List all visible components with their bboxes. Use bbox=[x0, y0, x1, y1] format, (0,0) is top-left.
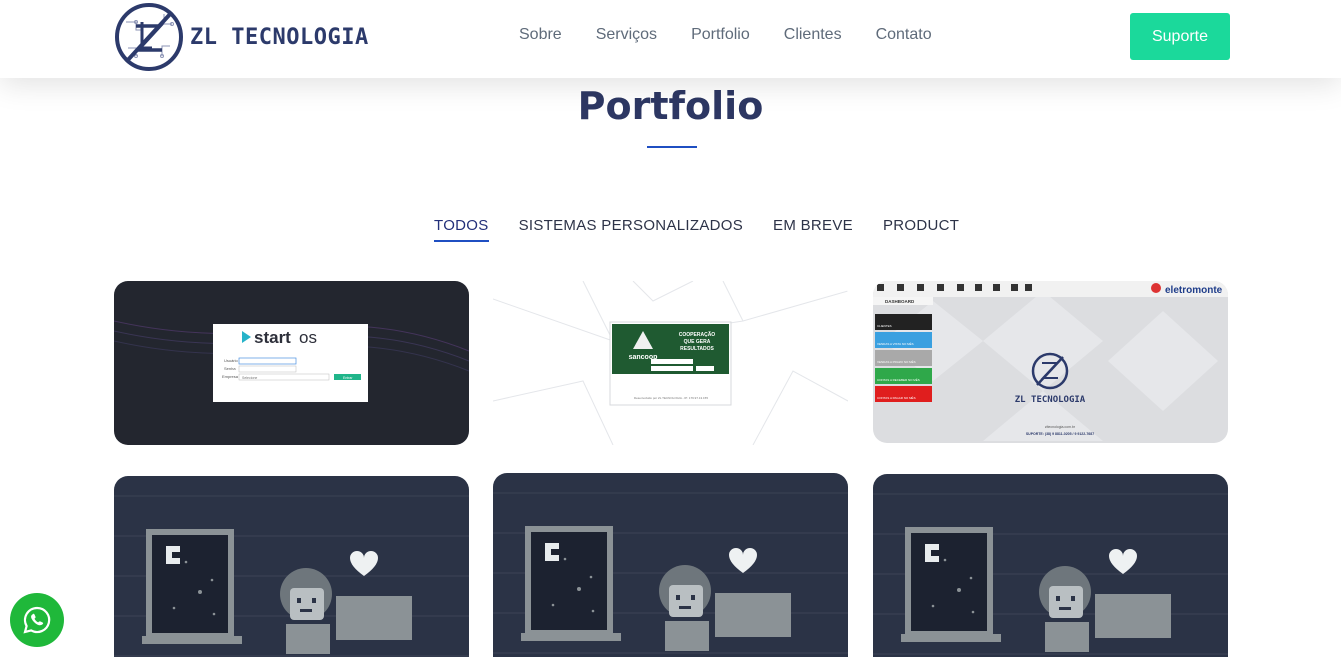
nav-link-portfolio[interactable]: Portfolio bbox=[691, 26, 750, 44]
portfolio-filters: TODOS SISTEMAS PERSONALIZADOS EM BREVE P… bbox=[434, 217, 959, 242]
eletromonte-support: SUPORTE: (38) 9 8811-0205 / 9 9122-7687 bbox=[1026, 432, 1094, 436]
filter-em-breve[interactable]: EM BREVE bbox=[773, 217, 853, 242]
portfolio-card-em-breve-3[interactable] bbox=[873, 474, 1228, 657]
start-os-select: Selecione bbox=[242, 376, 257, 380]
start-os-screenshot: start os Usuário Senha Empresa Selecione… bbox=[114, 281, 469, 445]
whatsapp-button[interactable] bbox=[10, 593, 64, 647]
site-header: ZL TECNOLOGIA Sobre Serviços Portfolio C… bbox=[0, 0, 1341, 78]
svg-text:eletromonte: eletromonte bbox=[1165, 285, 1223, 296]
tile-contas-pagar: CONTAS A PAGAR NO MÊS bbox=[877, 395, 916, 400]
portfolio-card-eletromonte[interactable]: eletromonte DASHBOARD CLIENTES VENDAS A … bbox=[873, 281, 1228, 443]
dashboard-title: DASHBOARD bbox=[885, 299, 915, 304]
coming-soon-illustration bbox=[873, 474, 1228, 657]
sancoop-tagline-1: COOPERAÇÃO bbox=[679, 331, 716, 338]
sancoop-screenshot: sancoop COOPERAÇÃO QUE GERA RESULTADOS D… bbox=[493, 281, 848, 445]
portfolio-card-start-os[interactable]: start os Usuário Senha Empresa Selecione… bbox=[114, 281, 469, 445]
portfolio-card-sancoop[interactable]: sancoop COOPERAÇÃO QUE GERA RESULTADOS D… bbox=[493, 281, 848, 445]
start-os-label-senha: Senha bbox=[224, 366, 236, 371]
tile-contas-receber: CONTAS A RECEBER NO MÊS bbox=[877, 377, 920, 382]
support-button[interactable]: Suporte bbox=[1130, 13, 1230, 60]
tile-clientes: CLIENTES bbox=[877, 324, 892, 328]
eletromonte-site: zltecnologia.com.br bbox=[1045, 425, 1076, 429]
start-os-button: Entrar bbox=[343, 376, 353, 380]
tile-vendas-prazo: VENDAS A PRAZO NO MÊS bbox=[877, 359, 916, 364]
filter-product[interactable]: PRODUCT bbox=[883, 217, 959, 242]
portfolio-card-em-breve-1[interactable] bbox=[114, 476, 469, 657]
sancoop-tagline-2: QUE GERA bbox=[684, 339, 711, 345]
whatsapp-icon bbox=[23, 606, 51, 634]
logo[interactable]: ZL TECNOLOGIA bbox=[114, 2, 369, 72]
nav-link-contato[interactable]: Contato bbox=[876, 26, 932, 44]
coming-soon-illustration bbox=[493, 473, 848, 657]
coming-soon-illustration bbox=[114, 476, 469, 657]
start-os-label-empresa: Empresa bbox=[222, 374, 239, 379]
filter-todos[interactable]: TODOS bbox=[434, 217, 489, 242]
title-underline bbox=[647, 146, 697, 148]
nav-link-servicos[interactable]: Serviços bbox=[596, 26, 657, 44]
tile-vendas-vista: VENDAS A VISTA NO MÊS bbox=[877, 341, 914, 346]
logo-text: ZL TECNOLOGIA bbox=[190, 24, 369, 50]
sancoop-tagline-3: RESULTADOS bbox=[680, 346, 714, 352]
sancoop-footer: Desenvolvido por ZL TECNOLOGIA - IP: 179… bbox=[634, 396, 708, 400]
eletromonte-zl-logo: ZL TECNOLOGIA bbox=[1015, 395, 1086, 405]
zl-logo-icon bbox=[115, 3, 183, 71]
main-nav: Sobre Serviços Portfolio Clientes Contat… bbox=[519, 26, 932, 44]
nav-link-sobre[interactable]: Sobre bbox=[519, 26, 562, 44]
section-title: Portfolio bbox=[577, 84, 764, 128]
filter-sistemas-personalizados[interactable]: SISTEMAS PERSONALIZADOS bbox=[519, 217, 743, 242]
start-os-label-usuario: Usuário bbox=[224, 358, 239, 363]
svg-text:os: os bbox=[299, 328, 317, 347]
svg-text:start: start bbox=[254, 328, 291, 347]
eletromonte-screenshot: eletromonte DASHBOARD CLIENTES VENDAS A … bbox=[873, 281, 1228, 443]
portfolio-card-em-breve-2[interactable] bbox=[493, 473, 848, 657]
nav-link-clientes[interactable]: Clientes bbox=[784, 26, 842, 44]
